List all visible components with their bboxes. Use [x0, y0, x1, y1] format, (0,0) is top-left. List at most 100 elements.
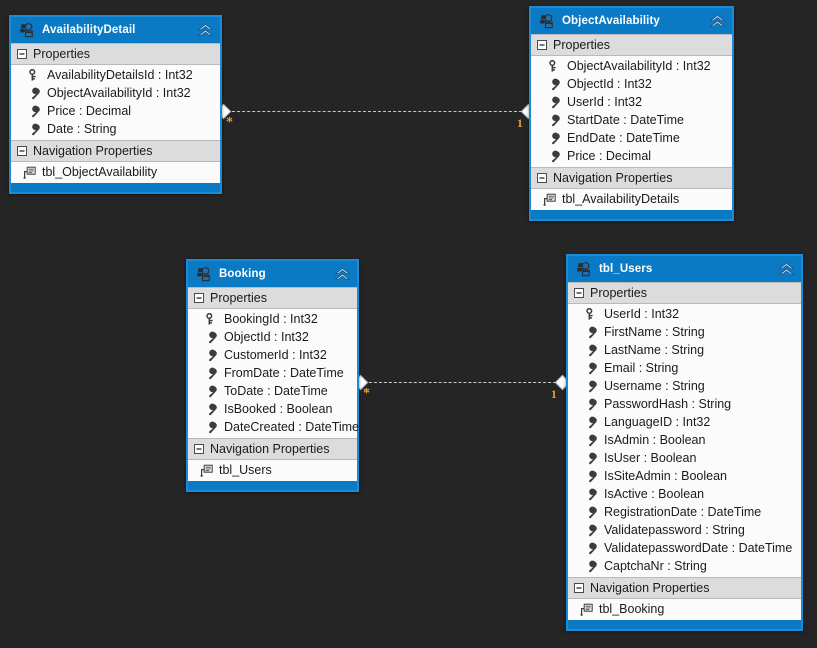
- section-label: Navigation Properties: [553, 171, 673, 185]
- collapse-box-icon[interactable]: [17, 146, 27, 156]
- property-label: Username : String: [604, 379, 705, 393]
- property-row[interactable]: ObjectId : Int32: [531, 75, 732, 93]
- wrench-icon: [586, 398, 598, 411]
- association-line[interactable]: [359, 382, 566, 383]
- property-row[interactable]: FirstName : String: [568, 323, 801, 341]
- entity-footer: [188, 481, 357, 490]
- property-row[interactable]: Email : String: [568, 359, 801, 377]
- section-header-properties[interactable]: Properties: [11, 43, 220, 65]
- chevron-double-up-icon[interactable]: [708, 13, 727, 30]
- wrench-icon: [206, 331, 218, 344]
- entity-footer: [531, 210, 732, 219]
- section-header-navigation-properties[interactable]: Navigation Properties: [11, 140, 220, 162]
- property-row[interactable]: EndDate : DateTime: [531, 129, 732, 147]
- property-row[interactable]: AvailabilityDetailsId : Int32: [11, 66, 220, 84]
- entity-header[interactable]: tbl_Users: [568, 256, 801, 282]
- property-label: ObjectId : Int32: [224, 330, 309, 344]
- section-header-properties[interactable]: Properties: [568, 282, 801, 304]
- property-label: ValidatepasswordDate : DateTime: [604, 541, 793, 555]
- property-row[interactable]: Validatepassword : String: [568, 521, 801, 539]
- property-row[interactable]: Username : String: [568, 377, 801, 395]
- association-line[interactable]: [222, 111, 532, 112]
- property-label: AvailabilityDetailsId : Int32: [47, 68, 193, 82]
- property-row[interactable]: ToDate : DateTime: [188, 382, 357, 400]
- collapse-box-icon[interactable]: [574, 583, 584, 593]
- property-row[interactable]: ObjectId : Int32: [188, 328, 357, 346]
- property-row[interactable]: ObjectAvailabilityId : Int32: [531, 57, 732, 75]
- property-row[interactable]: PasswordHash : String: [568, 395, 801, 413]
- navigation-property-row[interactable]: tbl_Users: [188, 461, 357, 479]
- property-row[interactable]: IsBooked : Boolean: [188, 400, 357, 418]
- entity-header[interactable]: ObjectAvailability: [531, 8, 732, 34]
- property-row[interactable]: LanguageID : Int32: [568, 413, 801, 431]
- entity-booking[interactable]: Booking Properties BookingId: Int32 Obj…: [186, 259, 359, 492]
- chevron-double-up-icon[interactable]: [333, 266, 352, 283]
- property-row[interactable]: IsUser : Boolean: [568, 449, 801, 467]
- collapse-box-icon[interactable]: [194, 293, 204, 303]
- key-icon: [549, 59, 561, 73]
- property-row[interactable]: FromDate : DateTime: [188, 364, 357, 382]
- property-row[interactable]: Date : String: [11, 120, 220, 138]
- section-header-properties[interactable]: Properties: [531, 34, 732, 56]
- property-row[interactable]: CaptchaNr : String: [568, 557, 801, 575]
- property-label: CaptchaNr : String: [604, 559, 707, 573]
- property-row[interactable]: Price : Decimal: [531, 147, 732, 165]
- chevron-double-up-icon[interactable]: [196, 22, 215, 39]
- property-row[interactable]: LastName : String: [568, 341, 801, 359]
- section-header-navigation-properties[interactable]: Navigation Properties: [188, 438, 357, 460]
- section-label: Navigation Properties: [33, 144, 153, 158]
- entity-title: ObjectAvailability: [562, 15, 660, 27]
- entity-title: AvailabilityDetail: [42, 24, 136, 36]
- navigation-properties-list: tbl_Booking: [568, 599, 801, 620]
- property-row[interactable]: IsAdmin : Boolean: [568, 431, 801, 449]
- property-row[interactable]: CustomerId : Int32: [188, 346, 357, 364]
- property-row[interactable]: ValidatepasswordDate : DateTime: [568, 539, 801, 557]
- wrench-icon: [549, 150, 561, 163]
- section-label: Properties: [33, 47, 90, 61]
- section-header-properties[interactable]: Properties: [188, 287, 357, 309]
- navigation-property-icon: [23, 166, 36, 179]
- entity-header[interactable]: Booking: [188, 261, 357, 287]
- section-header-navigation-properties[interactable]: Navigation Properties: [531, 167, 732, 189]
- property-row[interactable]: UserId : Int32: [568, 305, 801, 323]
- property-label: PasswordHash : String: [604, 397, 732, 411]
- property-label: Validatepassword : String: [604, 523, 745, 537]
- property-row[interactable]: StartDate : DateTime: [531, 111, 732, 129]
- collapse-box-icon[interactable]: [574, 288, 584, 298]
- navigation-property-label: tbl_Users: [219, 463, 272, 477]
- section-label: Properties: [210, 291, 267, 305]
- association-availabilitydetail-objectavailability[interactable]: * 1: [215, 103, 537, 135]
- collapse-box-icon[interactable]: [17, 49, 27, 59]
- section-header-navigation-properties[interactable]: Navigation Properties: [568, 577, 801, 599]
- properties-list: ObjectAvailabilityId : Int32 ObjectId : …: [531, 56, 732, 167]
- collapse-box-icon[interactable]: [537, 173, 547, 183]
- property-row[interactable]: RegistrationDate : DateTime: [568, 503, 801, 521]
- navigation-property-row[interactable]: tbl_Booking: [568, 600, 801, 618]
- property-row[interactable]: UserId : Int32: [531, 93, 732, 111]
- property-row[interactable]: IsSiteAdmin : Boolean: [568, 467, 801, 485]
- property-row[interactable]: Price : Decimal: [11, 102, 220, 120]
- entity-availability-detail[interactable]: AvailabilityDetail Properties Availabili…: [9, 15, 222, 194]
- entity-title: Booking: [219, 268, 266, 280]
- entity-icon: [195, 266, 212, 283]
- entity-header[interactable]: AvailabilityDetail: [11, 17, 220, 43]
- property-label: Price : Decimal: [567, 149, 652, 163]
- entity-icon: [538, 13, 555, 30]
- designer-canvas[interactable]: * 1 * 1 AvailabilityDetail Properties Av…: [0, 0, 817, 648]
- navigation-property-icon: [543, 193, 556, 206]
- collapse-box-icon[interactable]: [537, 40, 547, 50]
- wrench-icon: [586, 506, 598, 519]
- collapse-box-icon[interactable]: [194, 444, 204, 454]
- navigation-property-row[interactable]: tbl_AvailabilityDetails: [531, 190, 732, 208]
- navigation-property-row[interactable]: tbl_ObjectAvailability: [11, 163, 220, 181]
- property-row[interactable]: BookingId : Int32: [188, 310, 357, 328]
- chevron-double-up-icon[interactable]: [777, 261, 796, 278]
- wrench-icon: [206, 403, 218, 416]
- property-row[interactable]: ObjectAvailabilityId : Int32: [11, 84, 220, 102]
- entity-tbl-users[interactable]: tbl_Users Properties UserId: Int32 Firs…: [566, 254, 803, 631]
- entity-object-availability[interactable]: ObjectAvailability Properties ObjectAvai…: [529, 6, 734, 221]
- property-row[interactable]: IsActive : Boolean: [568, 485, 801, 503]
- wrench-icon: [206, 421, 218, 434]
- association-booking-tblusers[interactable]: * 1: [352, 374, 571, 406]
- property-row[interactable]: DateCreated : DateTime: [188, 418, 359, 436]
